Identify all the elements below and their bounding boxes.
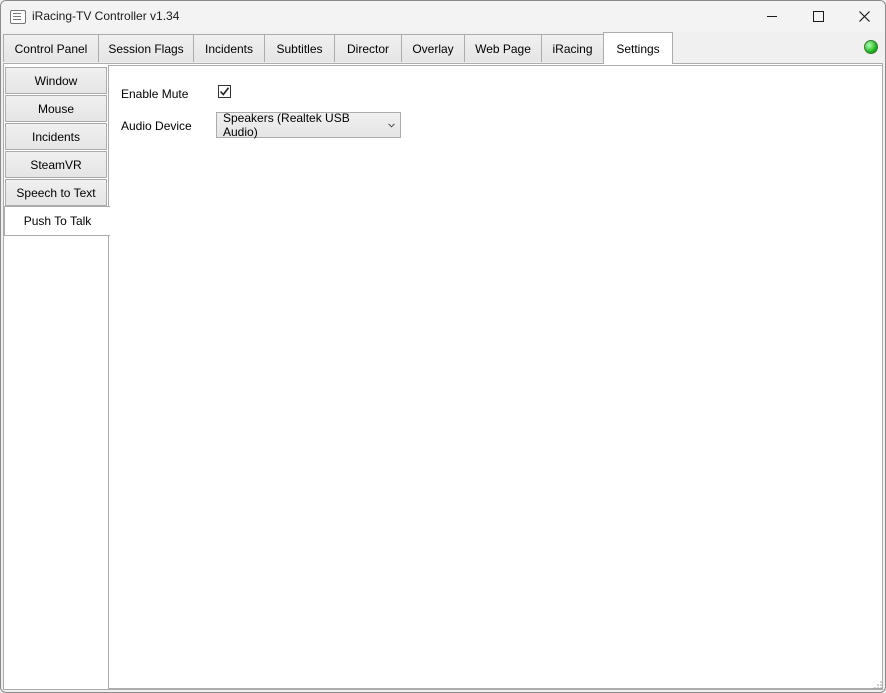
maximize-icon <box>812 11 824 22</box>
side-tab-speech-to-text[interactable]: Speech to Text <box>5 179 107 206</box>
side-tab-mouse[interactable]: Mouse <box>5 95 107 122</box>
audio-device-select[interactable]: Speakers (Realtek USB Audio) <box>216 111 401 139</box>
status-indicator-icon <box>864 40 878 54</box>
close-icon <box>858 11 870 22</box>
audio-device-value: Speakers (Realtek USB Audio) <box>223 111 350 139</box>
minimize-button[interactable] <box>749 1 795 32</box>
checkmark-icon <box>219 87 230 96</box>
side-tab-push-to-talk[interactable]: Push To Talk <box>4 206 110 236</box>
tab-session-flags[interactable]: Session Flags <box>98 34 194 62</box>
side-tab-steamvr[interactable]: SteamVR <box>5 151 107 178</box>
tab-subtitles[interactable]: Subtitles <box>264 34 335 62</box>
resize-grip-icon[interactable] <box>873 680 883 690</box>
tab-iracing[interactable]: iRacing <box>541 34 604 62</box>
tab-overlay[interactable]: Overlay <box>401 34 465 62</box>
push-to-talk-panel <box>108 65 883 689</box>
tab-web-page[interactable]: Web Page <box>464 34 542 62</box>
enable-mute-label: Enable Mute <box>121 87 189 101</box>
close-button[interactable] <box>841 1 885 32</box>
enable-mute-checkbox[interactable] <box>218 85 231 98</box>
tab-control-panel[interactable]: Control Panel <box>3 34 99 62</box>
app-window: iRacing-TV Controller v1.34 Control Pane… <box>0 0 886 693</box>
main-tabstrip: Control Panel Session Flags Incidents Su… <box>1 32 885 64</box>
tab-incidents[interactable]: Incidents <box>193 34 265 62</box>
tab-director[interactable]: Director <box>334 34 402 62</box>
side-tab-window[interactable]: Window <box>5 67 107 94</box>
window-title: iRacing-TV Controller v1.34 <box>32 9 180 23</box>
audio-device-label: Audio Device <box>121 119 192 133</box>
chevron-down-icon <box>382 122 400 128</box>
app-icon <box>10 10 26 24</box>
tab-settings[interactable]: Settings <box>603 32 673 64</box>
side-tab-incidents[interactable]: Incidents <box>5 123 107 150</box>
minimize-icon <box>767 16 777 17</box>
maximize-button[interactable] <box>795 1 841 32</box>
title-bar[interactable]: iRacing-TV Controller v1.34 <box>1 1 885 32</box>
